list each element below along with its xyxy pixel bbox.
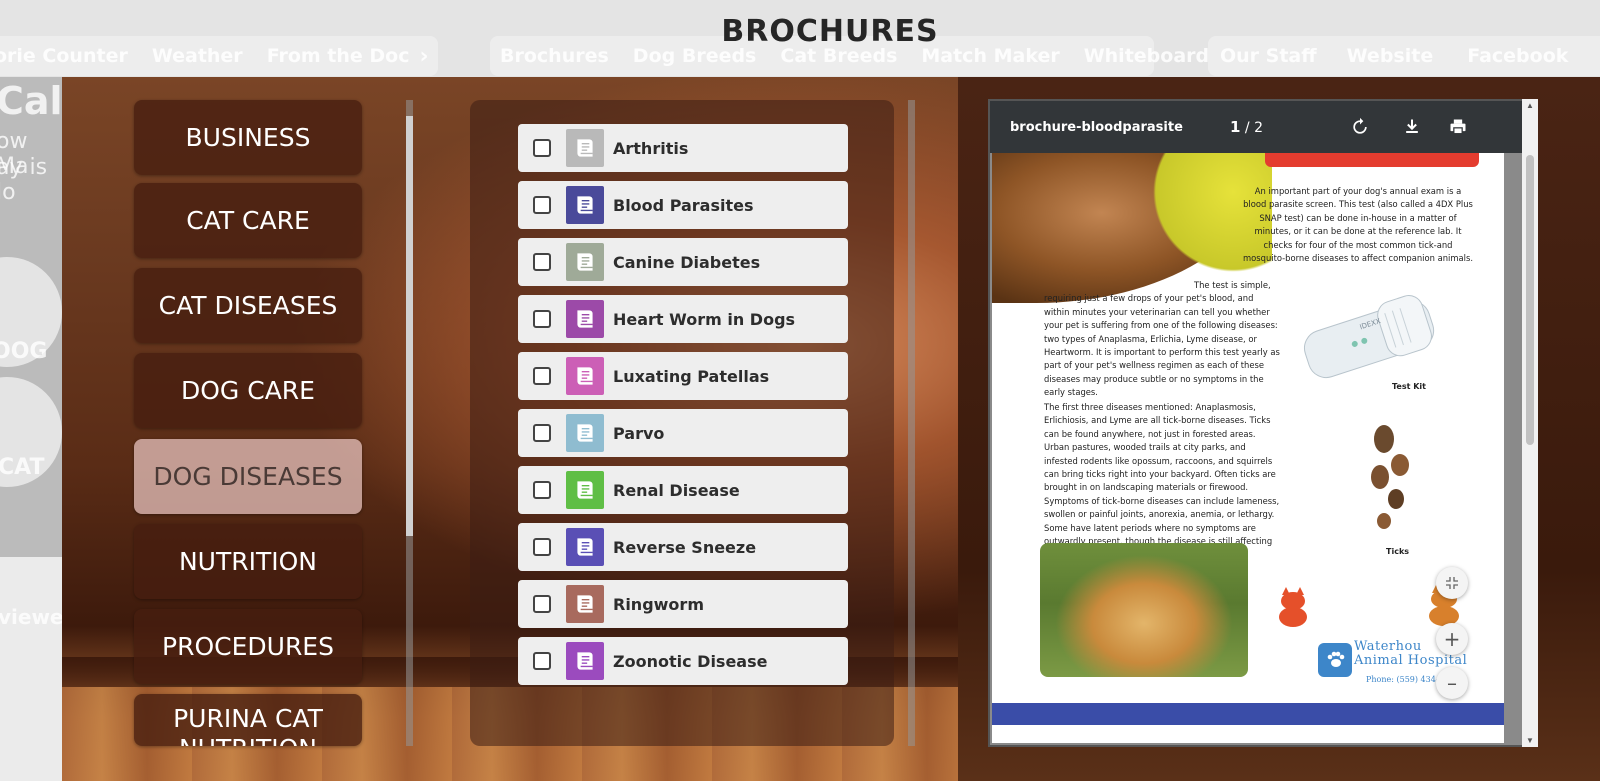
book-icon [566,585,604,623]
fit-icon[interactable] [1436,567,1468,599]
brochure-item-ringworm[interactable]: Ringworm [518,580,848,628]
brochure-footer-bar [992,703,1504,725]
book-icon [566,528,604,566]
paw-logo-icon [1318,643,1352,677]
brochure-label: Blood Parasites [613,195,754,215]
cat-illustration [1279,587,1307,627]
brochure-checkbox[interactable] [533,481,551,499]
print-icon[interactable] [1448,117,1468,137]
book-icon [566,471,604,509]
category-dog-care[interactable]: DOG CARE [134,353,362,428]
book-icon [566,129,604,167]
brochure-test-text: The test is simple, requiring just a few… [1044,280,1280,398]
book-icon [566,357,604,395]
brochure-label: Canine Diabetes [613,252,761,272]
book-icon [566,414,604,452]
background-heading-fragment: Cale [0,79,62,123]
pdf-viewer[interactable]: brochure-bloodparasite 1 / 2 An importan… [988,99,1524,747]
scroll-down-icon[interactable]: ▼ [1522,736,1538,745]
book-icon [566,300,604,338]
brochure-list-scrollbar[interactable] [908,100,915,746]
pdf-file-name: brochure-bloodparasite [1010,119,1183,135]
ticks-image [1371,425,1409,529]
pdf-total-pages: 2 [1254,120,1263,136]
brochure-item-heart-worm[interactable]: Heart Worm in Dogs [518,295,848,343]
brochure-label: Parvo [613,423,665,443]
brochure-label: Reverse Sneeze [613,537,757,557]
category-procedures[interactable]: PROCEDURES [134,609,362,684]
category-business[interactable]: BUSINESS [134,100,362,175]
background-left-strip: Cale ow Ma ay is lo OOG CAT viewer [0,77,62,781]
book-icon [566,243,604,281]
brochure-checkbox[interactable] [533,310,551,328]
brochure-label: Renal Disease [613,480,740,500]
test-kit-caption: Test Kit [1392,382,1426,391]
brochure-item-parvo[interactable]: Parvo [518,409,848,457]
brochure-checkbox[interactable] [533,367,551,385]
pdf-page-separator: / [1244,120,1250,136]
brochure-item-renal-disease[interactable]: Renal Disease [518,466,848,514]
pdf-current-page[interactable]: 1 [1230,118,1240,136]
brochure-item-blood-parasites[interactable]: Blood Parasites [518,181,848,229]
brochure-label: Luxating Patellas [613,366,770,386]
brochure-header-bar [1265,153,1479,167]
brochure-item-arthritis[interactable]: Arthritis [518,124,848,172]
test-kit-image: IDEXX [1303,295,1435,379]
category-scrollbar-thumb[interactable] [406,116,413,536]
scroll-up-icon[interactable]: ▲ [1522,101,1538,110]
clinic-name-line2: Animal Hospital [1354,653,1468,668]
brochure-checkbox[interactable] [533,253,551,271]
brochure-item-luxating-patellas[interactable]: Luxating Patellas [518,352,848,400]
brochure-label: Zoonotic Disease [613,651,768,671]
brochure-intro-text: An important part of your dog's annual e… [1242,186,1474,264]
category-cat-care[interactable]: CAT CARE [134,183,362,258]
category-purina-cat-nutrition[interactable]: PURINA CAT NUTRITION [134,694,362,746]
pdf-toolbar: brochure-bloodparasite 1 / 2 [990,101,1522,153]
zoom-out-icon[interactable]: – [1436,667,1468,699]
book-icon [566,186,604,224]
pdf-viewer-scrollbar-thumb[interactable] [1526,155,1534,445]
download-icon[interactable] [1402,117,1422,137]
brochure-ticks-text: The first three diseases mentioned: Anap… [1044,402,1280,559]
background-logo-text: CAT [0,455,45,480]
background-logo-text: OOG [0,339,48,364]
category-nutrition[interactable]: NUTRITION [134,524,362,599]
brochure-list-panel: Arthritis Blood Parasites Canine Diabete… [470,100,894,746]
zoom-in-icon[interactable]: + [1436,623,1468,655]
brochure-checkbox[interactable] [533,196,551,214]
brochure-checkbox[interactable] [533,595,551,613]
brochure-label: Ringworm [613,594,704,614]
book-icon [566,642,604,680]
brochure-item-reverse-sneeze[interactable]: Reverse Sneeze [518,523,848,571]
brochure-checkbox[interactable] [533,139,551,157]
brochure-checkbox[interactable] [533,538,551,556]
page-title: BROCHURES [721,14,939,49]
category-scrollbar[interactable] [406,100,413,746]
brochure-label: Heart Worm in Dogs [613,309,796,329]
category-dog-diseases[interactable]: DOG DISEASES [134,439,362,514]
brochure-checkbox[interactable] [533,652,551,670]
background-text-fragment: viewer [0,605,62,629]
brochure-item-zoonotic-disease[interactable]: Zoonotic Disease [518,637,848,685]
ticks-caption: Ticks [1386,547,1410,556]
brochure-checkbox[interactable] [533,424,551,442]
clinic-phone: Phone: (559) 434- [1366,675,1439,684]
pdf-viewer-scrollbar[interactable]: ▲ ▼ [1522,99,1538,747]
brochures-modal: BUSINESS CAT CARE CAT DISEASES DOG CARE … [62,77,1600,781]
brochure-item-canine-diabetes[interactable]: Canine Diabetes [518,238,848,286]
pdf-page: An important part of your dog's annual e… [992,153,1504,743]
background-text-fragment: ay is lo [0,155,48,205]
top-nav: orie Counter Weather From the Doc › Broc… [0,0,1600,77]
brochure-label: Arthritis [613,138,689,158]
category-cat-diseases[interactable]: CAT DISEASES [134,268,362,343]
rotate-icon[interactable] [1350,117,1370,137]
golden-retriever-photo [1040,543,1248,677]
pdf-page-indicator: 1 / 2 [1230,118,1263,136]
